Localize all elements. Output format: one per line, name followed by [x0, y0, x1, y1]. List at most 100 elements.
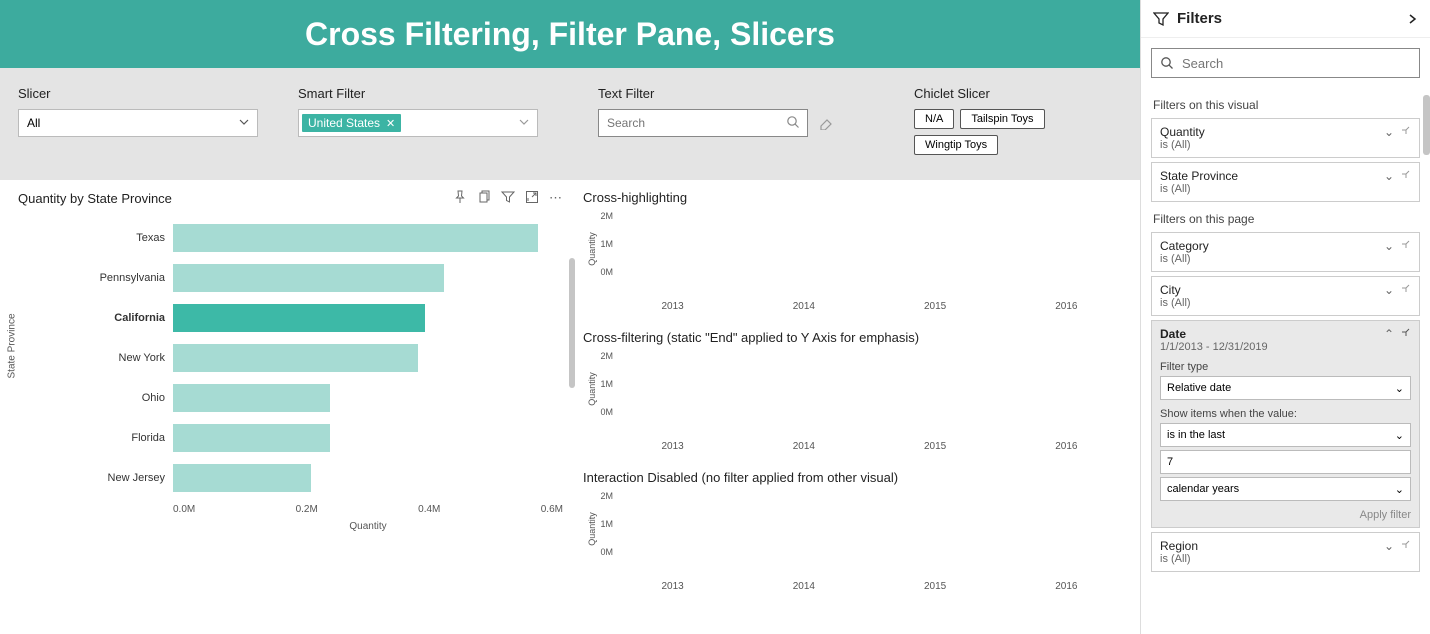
tick-label: 2016: [1011, 301, 1122, 312]
bar[interactable]: [173, 304, 425, 332]
interaction-disabled-visual[interactable]: Interaction Disabled (no filter applied …: [583, 470, 1122, 592]
filter-card-quantity[interactable]: Quantity is (All) ⌄: [1151, 118, 1420, 158]
tick-label: 2014: [748, 581, 859, 592]
category-label: California: [18, 312, 173, 324]
chevron-down-icon[interactable]: ⌄: [1384, 239, 1394, 253]
chiclet-slicer-label: Chiclet Slicer: [914, 86, 1124, 101]
cross-highlighting-visual[interactable]: Cross-highlighting Quantity2M1M0M2013201…: [583, 190, 1122, 312]
category-label: Florida: [18, 432, 173, 444]
filter-card-category[interactable]: Category is (All) ⌄: [1151, 232, 1420, 272]
filter-card-date[interactable]: Date 1/1/2013 - 12/31/2019 ⌃ Filter type…: [1151, 320, 1420, 528]
more-icon[interactable]: ⋯: [549, 190, 563, 206]
slicer-dropdown[interactable]: All: [18, 109, 258, 137]
tick-label: 2014: [748, 301, 859, 312]
tick-label: 2013: [617, 441, 728, 452]
slicer-label: Slicer: [18, 86, 258, 101]
text-filter-input[interactable]: [598, 109, 808, 137]
condition-select[interactable]: is in the last⌄: [1160, 423, 1411, 447]
tick-label: 2013: [617, 581, 728, 592]
report-title: Cross Filtering, Filter Pane, Slicers: [305, 16, 835, 53]
eraser-icon[interactable]: [818, 116, 834, 130]
tick-label: 2015: [880, 441, 991, 452]
pane-scrollbar[interactable]: [1423, 95, 1430, 155]
text-filter-label: Text Filter: [598, 86, 834, 101]
x-axis-title: Quantity: [173, 521, 563, 532]
chart-title: Cross-filtering (static "End" applied to…: [583, 330, 1122, 345]
chiclet-wingtip-toys[interactable]: Wingtip Toys: [914, 135, 998, 155]
clear-filter-icon[interactable]: [1400, 283, 1411, 297]
chevron-down-icon: ⌄: [1395, 429, 1404, 442]
slicer-value: All: [27, 116, 40, 130]
category-label: New Jersey: [18, 472, 173, 484]
filter-card-region[interactable]: Region is (All) ⌄: [1151, 532, 1420, 572]
chevron-down-icon: ⌄: [1395, 382, 1404, 395]
search-icon[interactable]: [786, 115, 800, 129]
tick-label: 0.4M: [418, 504, 440, 515]
bar[interactable]: [173, 464, 311, 492]
chevron-down-icon: [519, 117, 529, 127]
chevron-down-icon[interactable]: ⌄: [1384, 169, 1394, 183]
filters-pane: Filters Filters on this visual Quantity …: [1140, 0, 1430, 634]
tick-label: 2016: [1011, 441, 1122, 452]
tick-label: 0.0M: [173, 504, 195, 515]
clear-filter-icon[interactable]: [1400, 125, 1411, 139]
condition-number-input[interactable]: [1160, 450, 1411, 474]
report-header: Cross Filtering, Filter Pane, Slicers: [0, 0, 1140, 68]
bar[interactable]: [173, 224, 538, 252]
chiclet-n-a[interactable]: N/A: [914, 109, 954, 129]
section-filters-on-page: Filters on this page: [1153, 212, 1418, 226]
tick-label: 2014: [748, 441, 859, 452]
cross-filtering-visual[interactable]: Cross-filtering (static "End" applied to…: [583, 330, 1122, 452]
filter-icon[interactable]: [501, 190, 515, 206]
apply-filter-link[interactable]: Apply filter: [1160, 509, 1411, 521]
tick-label: 0.2M: [296, 504, 318, 515]
smart-filter-label: Smart Filter: [298, 86, 538, 101]
clear-filter-icon[interactable]: [1400, 239, 1411, 253]
main-chart-visual[interactable]: Quantity by State Province ⋯ State Provi…: [18, 190, 563, 634]
chiclet-tailspin-toys[interactable]: Tailspin Toys: [960, 109, 1044, 129]
collapse-pane-icon[interactable]: [1406, 13, 1418, 25]
bar[interactable]: [173, 424, 330, 452]
filter-card-state-province[interactable]: State Province is (All) ⌄: [1151, 162, 1420, 202]
main-chart-title: Quantity by State Province: [18, 191, 172, 206]
smart-filter-chip[interactable]: United States ✕: [302, 114, 401, 132]
chevron-up-icon[interactable]: ⌃: [1384, 327, 1394, 341]
category-label: Pennsylvania: [18, 272, 173, 284]
smart-filter-select[interactable]: United States ✕: [298, 109, 538, 137]
filters-search[interactable]: [1151, 48, 1420, 78]
filters-pane-title: Filters: [1177, 10, 1398, 27]
bar[interactable]: [173, 384, 330, 412]
clear-filter-icon[interactable]: [1400, 327, 1411, 341]
category-label: Texas: [18, 232, 173, 244]
tick-label: 2016: [1011, 581, 1122, 592]
filter-pane-icon: [1153, 11, 1169, 27]
chevron-down-icon[interactable]: ⌄: [1384, 539, 1394, 553]
y-axis-title: Quantity: [587, 232, 597, 266]
clear-filter-icon[interactable]: [1400, 169, 1411, 183]
unit-select[interactable]: calendar years⌄: [1160, 477, 1411, 501]
tick-label: 0.6M: [541, 504, 563, 515]
search-icon: [1160, 56, 1174, 70]
tick-label: 2015: [880, 301, 991, 312]
chevron-down-icon: [239, 117, 249, 127]
copy-icon[interactable]: [477, 190, 491, 206]
filters-search-input[interactable]: [1182, 56, 1411, 71]
chart-scrollbar[interactable]: [569, 258, 575, 388]
chart-title: Interaction Disabled (no filter applied …: [583, 470, 1122, 485]
category-label: Ohio: [18, 392, 173, 404]
focus-icon[interactable]: [525, 190, 539, 206]
clear-filter-icon[interactable]: [1400, 539, 1411, 553]
bar[interactable]: [173, 264, 444, 292]
filter-card-city[interactable]: City is (All) ⌄: [1151, 276, 1420, 316]
pin-icon[interactable]: [453, 190, 467, 206]
filter-type-select[interactable]: Relative date⌄: [1160, 376, 1411, 400]
chevron-down-icon: ⌄: [1395, 483, 1404, 496]
slicer-row: Slicer All Smart Filter United States ✕: [0, 68, 1140, 180]
tick-label: 2015: [880, 581, 991, 592]
y-axis-title: Quantity: [587, 512, 597, 546]
chevron-down-icon[interactable]: ⌄: [1384, 125, 1394, 139]
remove-chip-icon[interactable]: ✕: [386, 117, 395, 130]
y-axis-title: State Province: [7, 313, 18, 378]
chevron-down-icon[interactable]: ⌄: [1384, 283, 1394, 297]
bar[interactable]: [173, 344, 418, 372]
